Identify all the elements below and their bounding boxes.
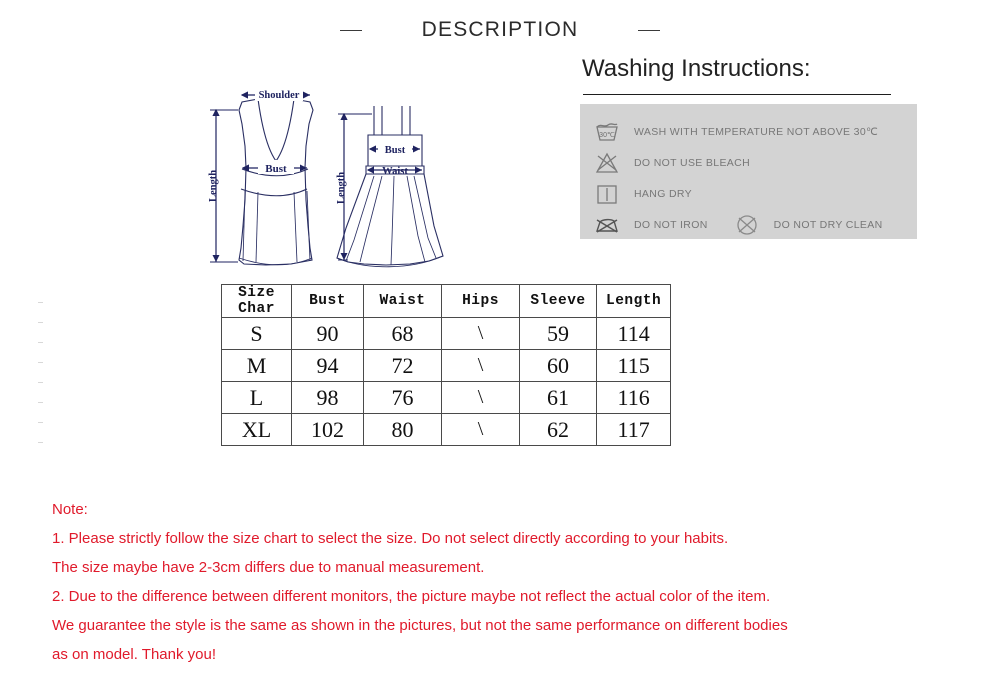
size-chart-table: Size Char Bust Waist Hips Sleeve Length … [221,284,672,446]
cell-sleeve: 59 [519,317,597,350]
column-header-size: Size Char [221,284,292,318]
margin-tick [38,402,43,403]
shoulder-label: Shoulder [259,90,300,101]
note-line: as on model. Thank you! [52,646,216,663]
washing-item-label: HANG DRY [634,187,693,200]
page-header: DESCRIPTION [0,18,1000,42]
washing-item: 30℃ WASH WITH TEMPERATURE NOT ABOVE 30℃ [594,116,917,147]
svg-text:30℃: 30℃ [599,132,615,139]
table-row: S 90 68 \ 59 114 [221,317,672,350]
washing-item-label: DO NOT USE BLEACH [634,156,751,169]
margin-tick [38,362,43,363]
cell-hips: \ [441,413,520,446]
no-bleach-triangle-icon [594,151,620,175]
cell-sleeve: 62 [519,413,597,446]
washing-instructions-title: Washing Instructions: [582,55,811,82]
cell-bust: 94 [291,349,364,382]
note-line: We guarantee the style is the same as sh… [52,617,788,634]
cell-waist: 76 [363,381,442,414]
cell-size: M [221,349,292,382]
note-block: Note: 1. Please strictly follow the size… [52,495,962,669]
no-iron-icon [594,213,620,237]
length-label-top: Length [208,170,219,202]
note-line: The size maybe have 2-3cm differs due to… [52,559,485,576]
cell-waist: 68 [363,317,442,350]
washing-title-divider [583,94,891,95]
cell-waist: 80 [363,413,442,446]
cell-length: 116 [595,381,672,414]
cell-hips: \ [441,349,520,382]
washing-item-label: DO NOT IRON [634,218,708,231]
table-row: M 94 72 \ 60 115 [221,349,672,382]
cell-waist: 72 [363,349,442,382]
bust-label-dress: Bust [385,145,406,156]
cell-sleeve: 60 [519,349,597,382]
hang-dry-icon [594,182,620,206]
column-header-sleeve: Sleeve [519,284,597,318]
bust-label-top: Bust [265,163,287,175]
column-header-bust: Bust [291,284,364,318]
washing-item: HANG DRY [594,178,917,209]
washing-item: DO NOT IRON [594,213,708,237]
note-line: 1. Please strictly follow the size chart… [52,530,729,547]
cell-bust: 102 [291,413,364,446]
wash-tub-30c-icon: 30℃ [594,120,620,144]
table-row: L 98 76 \ 61 116 [221,381,672,414]
cell-bust: 98 [291,381,364,414]
header-left-dash-icon [339,29,362,31]
header-right-dash-icon [638,29,661,31]
washing-item: DO NOT USE BLEACH [594,147,917,178]
cell-bust: 90 [291,317,364,350]
dress-garment-outline [336,106,444,268]
note-line: Note: [52,501,88,518]
washing-item-label: WASH WITH TEMPERATURE NOT ABOVE 30℃ [634,125,879,138]
margin-tick [38,442,43,443]
cell-length: 117 [595,413,672,446]
washing-item-row-split: DO NOT IRON DO NOT DRY CLEAN [594,209,917,240]
washing-instructions-panel: 30℃ WASH WITH TEMPERATURE NOT ABOVE 30℃ … [580,104,917,239]
no-dry-clean-icon [734,213,760,237]
margin-tick [38,302,43,303]
cell-size: S [221,317,292,350]
garment-measurement-diagrams: Shoulder Bust Length Bust Waist Length [196,88,486,268]
column-header-hips: Hips [441,284,520,318]
margin-tick [38,322,43,323]
margin-tick [38,382,43,383]
top-garment-outline [238,98,314,266]
page-title: DESCRIPTION [421,18,579,41]
cell-size: XL [221,413,292,446]
note-line: 2. Due to the difference between differe… [52,588,771,605]
length-label-dress: Length [336,172,347,204]
waist-label: Waist [382,166,408,177]
washing-instructions-block: Washing Instructions: 30℃ WASH WITH TEMP… [580,55,920,239]
column-header-length: Length [595,284,672,318]
cell-sleeve: 61 [519,381,597,414]
column-header-waist: Waist [363,284,442,318]
margin-tick [38,342,43,343]
margin-tick [38,422,43,423]
cell-size: L [221,381,292,414]
cell-length: 115 [595,349,672,382]
cell-hips: \ [441,317,520,350]
cell-hips: \ [441,381,520,414]
washing-item-label: DO NOT DRY CLEAN [773,218,883,231]
washing-item: DO NOT DRY CLEAN [734,213,883,237]
table-row: XL 102 80 \ 62 117 [221,413,672,446]
cell-length: 114 [595,317,672,350]
table-header-row: Size Char Bust Waist Hips Sleeve Length [221,284,672,318]
